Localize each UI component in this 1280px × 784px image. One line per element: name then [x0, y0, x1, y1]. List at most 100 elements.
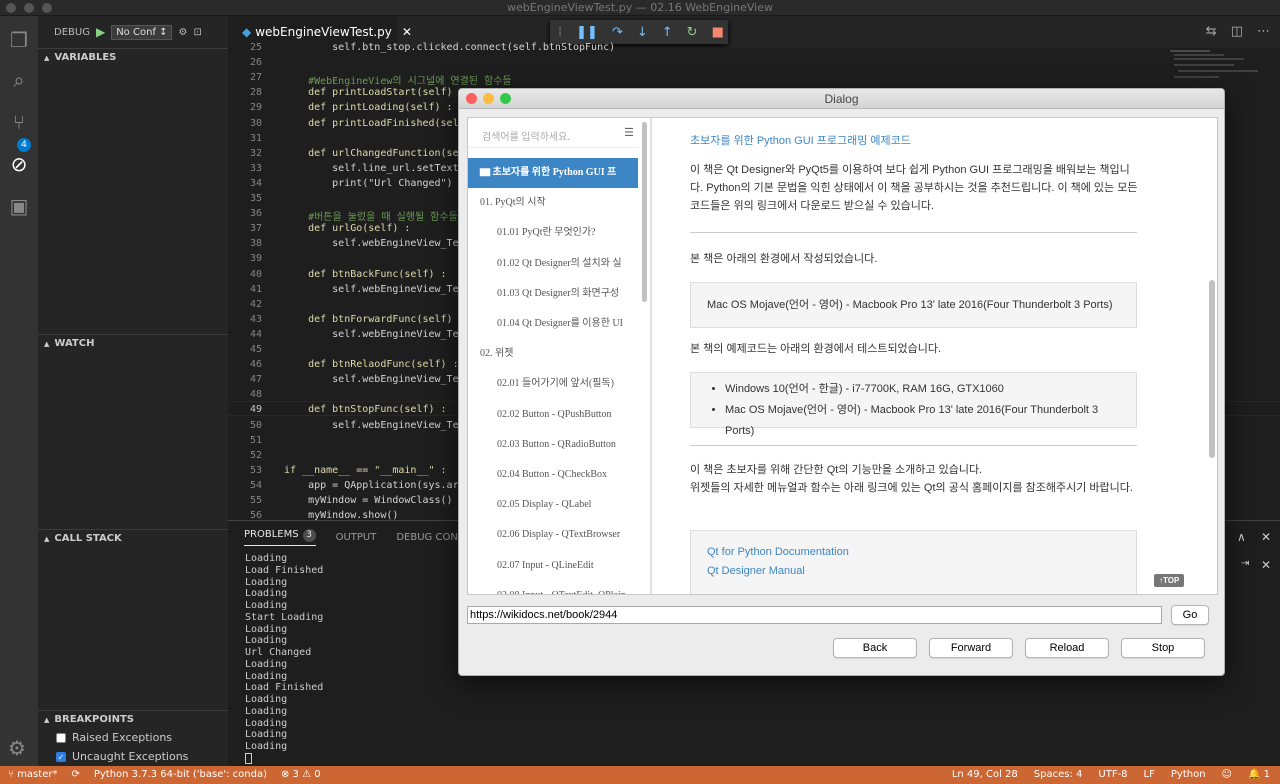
menu-icon[interactable]: ☰: [624, 126, 634, 139]
code-line[interactable]: if __name__ == "__main__" :: [284, 465, 447, 476]
code-line[interactable]: def urlChangedFunction(se: [284, 148, 459, 159]
dialog-minimize-button[interactable]: [483, 93, 494, 104]
code-line[interactable]: #버튼을 눌렀을 때 실행될 함수들: [284, 208, 458, 223]
maximize-panel-icon[interactable]: ∧: [1237, 530, 1246, 544]
url-input[interactable]: https://wikidocs.net/book/2944: [467, 606, 1162, 624]
close-tab-icon[interactable]: ✕: [402, 25, 412, 39]
code-line[interactable]: def btnStopFunc(self) :: [284, 404, 446, 415]
code-line[interactable]: self.webEngineView_Te: [284, 420, 458, 431]
code-line[interactable]: self.webEngineView_Te: [284, 374, 458, 385]
toc-item[interactable]: 01. PyQt의 시작: [468, 188, 638, 218]
cursor-position[interactable]: Ln 49, Col 28: [952, 766, 1018, 784]
dialog-close-button[interactable]: [466, 93, 477, 104]
toc-item[interactable]: 02. 위젯: [468, 339, 638, 369]
compare-icon[interactable]: ⇆: [1206, 24, 1217, 39]
reload-button[interactable]: Reload: [1025, 638, 1109, 658]
debug-icon[interactable]: ⊘: [7, 152, 31, 176]
language-mode[interactable]: Python: [1171, 766, 1206, 784]
stop-icon[interactable]: ■: [712, 25, 724, 40]
toc-item[interactable]: 02.04 Button - QCheckBox: [468, 460, 638, 490]
more-icon[interactable]: ⋯: [1257, 24, 1270, 39]
code-line[interactable]: def printLoadStart(self): [284, 87, 453, 98]
debug-config-select[interactable]: No Conf ↕: [111, 24, 173, 40]
code-line[interactable]: def btnRelaodFunc(self) :: [284, 359, 459, 370]
code-line[interactable]: def printLoading(self) :: [284, 102, 453, 113]
toc-item[interactable]: 02.08 Input - QTextEdit, QPlain: [468, 581, 638, 594]
explorer-icon[interactable]: ❐: [7, 28, 31, 52]
variables-section[interactable]: ▲ VARIABLES: [38, 48, 228, 66]
drag-handle-icon[interactable]: ⁞: [558, 25, 562, 40]
gear-icon[interactable]: ⚙: [178, 27, 187, 38]
toc-item[interactable]: 02.07 Input - QLineEdit: [468, 551, 638, 581]
terminal-output[interactable]: Loading Load Finished Loading Loading Loadin…: [245, 553, 323, 753]
code-line[interactable]: self.webEngineView_Te: [284, 284, 458, 295]
forward-button[interactable]: Forward: [929, 638, 1013, 658]
code-line[interactable]: #WebEngineView의 시그널에 연결된 함수들: [284, 72, 512, 87]
sync-icon[interactable]: ⟳: [71, 766, 79, 784]
toc-search-input[interactable]: 검색어를 입력하세요. ☰: [468, 118, 638, 148]
top-button[interactable]: ↑TOP: [1154, 574, 1185, 587]
breakpoints-section[interactable]: ▲ BREAKPOINTS: [38, 710, 228, 728]
code-line[interactable]: def urlGo(self) :: [284, 223, 410, 234]
toc-item[interactable]: 02.06 Display - QTextBrowser: [468, 520, 638, 550]
toc-item[interactable]: 02.03 Button - QRadioButton: [468, 430, 638, 460]
code-line[interactable]: self.webEngineView_Te: [284, 238, 458, 249]
watch-section[interactable]: ▲ WATCH: [38, 334, 228, 352]
python-interpreter[interactable]: Python 3.7.3 64-bit ('base': conda): [94, 766, 267, 784]
step-into-icon[interactable]: ↓: [637, 25, 648, 40]
bp-raised-exceptions[interactable]: Raised Exceptions: [56, 731, 172, 744]
bp-uncaught-exceptions[interactable]: ✓ Uncaught Exceptions: [56, 750, 188, 763]
toc-scrollbar[interactable]: [642, 122, 647, 302]
toc-item[interactable]: 01.01 PyQt란 무엇인가?: [468, 218, 638, 248]
code-line[interactable]: print("Url Changed"): [284, 178, 452, 189]
book-heading-link[interactable]: 초보자를 위한 Python GUI 프로그래밍 예제코드: [690, 132, 911, 148]
content-scrollbar[interactable]: [1209, 280, 1215, 458]
stop-button[interactable]: Stop: [1121, 638, 1205, 658]
code-line[interactable]: self.btn_stop.clicked.connect(self.btnSt…: [284, 42, 615, 53]
minimap[interactable]: [1168, 48, 1268, 88]
notifications[interactable]: 🔔 1: [1248, 766, 1270, 784]
restart-icon[interactable]: ↻: [687, 25, 698, 40]
qt-python-docs-link[interactable]: Qt for Python Documentation: [707, 543, 1120, 562]
encoding[interactable]: UTF-8: [1098, 766, 1127, 784]
split-editor-icon[interactable]: ◫: [1231, 24, 1243, 39]
code-line[interactable]: self.line_url.setText: [284, 163, 458, 174]
code-line[interactable]: def btnForwardFunc(self): [284, 314, 453, 325]
debug-console-icon[interactable]: ⊡: [193, 27, 201, 38]
web-engine-view[interactable]: 검색어를 입력하세요. ☰ ▆ 초보자를 위한 Python GUI 프 01. P…: [467, 117, 1218, 595]
pause-icon[interactable]: ❚❚: [576, 25, 598, 40]
start-debugging-icon[interactable]: ▶: [96, 25, 105, 39]
code-line[interactable]: app = QApplication(sys.ar: [284, 480, 459, 491]
kill-terminal-icon[interactable]: ✕: [1261, 558, 1271, 572]
qt-designer-manual-link[interactable]: Qt Designer Manual: [707, 562, 1120, 581]
tab-output[interactable]: OUTPUT: [336, 532, 377, 543]
toc-item[interactable]: 01.02 Qt Designer의 설치와 실: [468, 249, 638, 279]
toc-item[interactable]: 02.02 Button - QPushButton: [468, 400, 638, 430]
source-control-icon[interactable]: ⑂: [7, 110, 31, 134]
go-button[interactable]: Go: [1171, 605, 1209, 625]
toc-item[interactable]: ▆ 초보자를 위한 Python GUI 프: [468, 158, 638, 188]
problems-indicator[interactable]: ⊗ 3 ⚠ 0: [281, 766, 321, 784]
tab-problems[interactable]: PROBLEMS 3: [244, 528, 316, 546]
eol[interactable]: LF: [1144, 766, 1155, 784]
step-out-icon[interactable]: ↑: [662, 25, 673, 40]
dialog-zoom-button[interactable]: [500, 93, 511, 104]
checkbox-checked[interactable]: ✓: [56, 751, 66, 762]
branch-indicator[interactable]: ⑂ master*: [8, 766, 57, 784]
extensions-icon[interactable]: ▣: [7, 194, 31, 218]
feedback-icon[interactable]: ☺: [1222, 766, 1232, 784]
manage-gear-icon[interactable]: ⚙: [8, 736, 26, 760]
toc-item[interactable]: 01.03 Qt Designer의 화면구성: [468, 279, 638, 309]
indentation[interactable]: Spaces: 4: [1034, 766, 1083, 784]
step-over-icon[interactable]: ↷: [612, 25, 623, 40]
toc-item[interactable]: 02.05 Display - QLabel: [468, 490, 638, 520]
call-stack-section[interactable]: ▲ CALL STACK: [38, 529, 228, 547]
checkbox[interactable]: [56, 732, 66, 743]
code-line[interactable]: def printLoadFinished(self: [284, 118, 465, 129]
code-line[interactable]: self.webEngineView_Te: [284, 329, 458, 340]
close-panel-icon[interactable]: ✕: [1261, 530, 1271, 544]
code-line[interactable]: def btnBackFunc(self) :: [284, 269, 446, 280]
toc-item[interactable]: 02.01 들어가기에 앞서(필독): [468, 369, 638, 399]
terminal-split-icon[interactable]: ⇥: [1241, 558, 1249, 569]
back-button[interactable]: Back: [833, 638, 917, 658]
